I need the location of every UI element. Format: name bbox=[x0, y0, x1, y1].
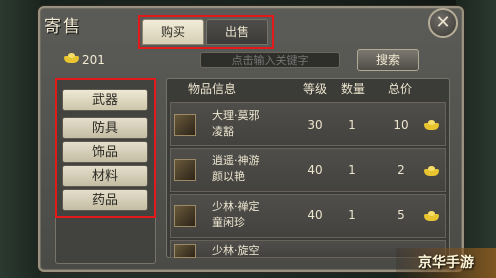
header-item-info: 物品信息 bbox=[188, 82, 237, 96]
header-quantity: 数量 bbox=[341, 82, 366, 96]
header-level: 等级 bbox=[303, 82, 328, 96]
item-weapon-icon bbox=[174, 205, 196, 227]
close-button[interactable]: ✕ bbox=[428, 8, 458, 38]
item-price: 5 bbox=[397, 208, 405, 222]
item-name-line2: 颜以艳 bbox=[212, 170, 245, 183]
item-name-line1: 大理·莫邪 bbox=[212, 109, 260, 122]
search-input[interactable] bbox=[200, 52, 340, 68]
item-level: 30 bbox=[307, 118, 323, 132]
item-quantity: 1 bbox=[348, 208, 356, 222]
item-weapon-icon bbox=[174, 114, 196, 136]
item-price: 2 bbox=[397, 163, 405, 177]
item-level: 40 bbox=[307, 163, 323, 177]
tabs-highlight-box bbox=[138, 15, 274, 49]
item-weapon-icon bbox=[174, 159, 196, 181]
item-quantity: 1 bbox=[348, 118, 356, 132]
category-highlight-box bbox=[55, 78, 156, 218]
item-name-line1: 逍遥·神游 bbox=[212, 154, 260, 167]
gold-ingot-icon bbox=[424, 166, 439, 176]
item-name-line2: 童闲珍 bbox=[212, 216, 245, 229]
item-weapon-icon bbox=[174, 244, 196, 258]
item-name-line2: 凌豁 bbox=[212, 125, 234, 138]
item-quantity: 1 bbox=[348, 163, 356, 177]
gold-ingot-icon bbox=[424, 120, 439, 130]
item-name-line1: 少林·旋空 bbox=[212, 244, 260, 257]
search-button[interactable]: 搜索 bbox=[357, 49, 419, 71]
window-title: 寄售 bbox=[44, 17, 82, 37]
background-left bbox=[0, 0, 40, 278]
watermark-logo: 京华手游 bbox=[396, 248, 496, 278]
item-name-line1: 少林·禅定 bbox=[212, 200, 260, 213]
item-level: 40 bbox=[307, 208, 323, 222]
gold-ingot-icon bbox=[424, 211, 439, 221]
item-price: 10 bbox=[393, 118, 409, 132]
gold-amount: 201 bbox=[82, 53, 105, 67]
header-total-price: 总价 bbox=[388, 82, 413, 96]
